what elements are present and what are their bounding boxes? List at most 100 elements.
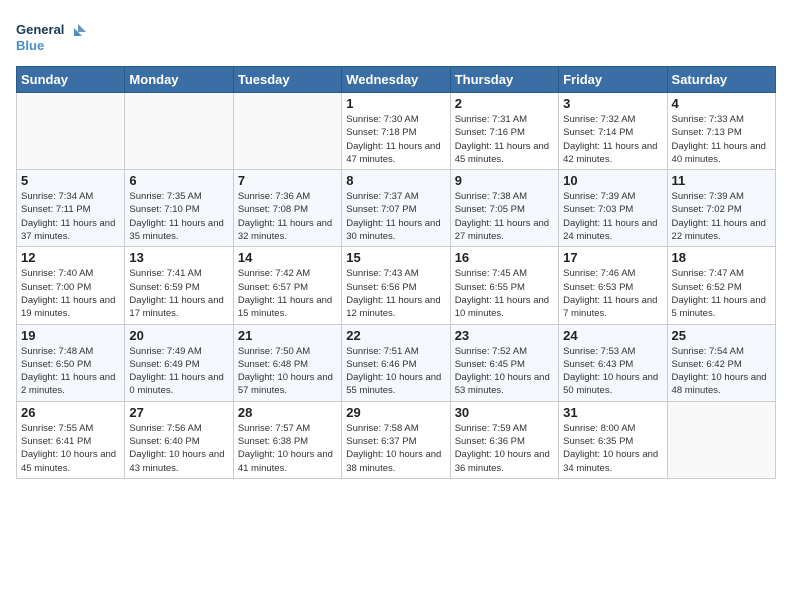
day-detail: Sunrise: 7:45 AM Sunset: 6:55 PM Dayligh… bbox=[455, 267, 554, 320]
day-number: 10 bbox=[563, 173, 662, 188]
day-number: 1 bbox=[346, 96, 445, 111]
day-number: 30 bbox=[455, 405, 554, 420]
day-detail: Sunrise: 7:35 AM Sunset: 7:10 PM Dayligh… bbox=[129, 190, 228, 243]
calendar-cell: 9Sunrise: 7:38 AM Sunset: 7:05 PM Daylig… bbox=[450, 170, 558, 247]
calendar-cell: 4 Sunrise: 7:33 AM Sunset: 7:13 PM Daylig… bbox=[667, 93, 775, 170]
weekday-header-row: SundayMondayTuesdayWednesdayThursdayFrid… bbox=[17, 67, 776, 93]
day-detail: Sunrise: 7:32 AM Sunset: 7:14 PM Dayligh… bbox=[563, 113, 662, 166]
svg-text:Blue: Blue bbox=[16, 38, 44, 53]
day-number: 4 bbox=[672, 96, 771, 111]
day-detail: Sunrise: 7:41 AM Sunset: 6:59 PM Dayligh… bbox=[129, 267, 228, 320]
day-detail: Sunrise: 7:57 AM Sunset: 6:38 PM Dayligh… bbox=[238, 422, 337, 475]
day-detail: Sunrise: 7:56 AM Sunset: 6:40 PM Dayligh… bbox=[129, 422, 228, 475]
day-number: 8 bbox=[346, 173, 445, 188]
calendar-cell: 27 Sunrise: 7:56 AM Sunset: 6:40 PM Dayli… bbox=[125, 401, 233, 478]
calendar-cell bbox=[233, 93, 341, 170]
day-detail: Sunrise: 7:48 AM Sunset: 6:50 PM Dayligh… bbox=[21, 345, 120, 398]
day-number: 13 bbox=[129, 250, 228, 265]
day-detail: Sunrise: 7:58 AM Sunset: 6:37 PM Dayligh… bbox=[346, 422, 445, 475]
day-detail: Sunrise: 7:53 AM Sunset: 6:43 PM Dayligh… bbox=[563, 345, 662, 398]
day-detail: Sunrise: 7:50 AM Sunset: 6:48 PM Dayligh… bbox=[238, 345, 337, 398]
calendar-cell: 19 Sunrise: 7:48 AM Sunset: 6:50 PM Dayli… bbox=[17, 324, 125, 401]
day-detail: Sunrise: 7:40 AM Sunset: 7:00 PM Dayligh… bbox=[21, 267, 120, 320]
day-number: 15 bbox=[346, 250, 445, 265]
day-number: 17 bbox=[563, 250, 662, 265]
day-detail: Sunrise: 7:52 AM Sunset: 6:45 PM Dayligh… bbox=[455, 345, 554, 398]
day-detail: Sunrise: 7:46 AM Sunset: 6:53 PM Dayligh… bbox=[563, 267, 662, 320]
day-detail: Sunrise: 7:59 AM Sunset: 6:36 PM Dayligh… bbox=[455, 422, 554, 475]
day-detail: Sunrise: 7:38 AM Sunset: 7:05 PM Dayligh… bbox=[455, 190, 554, 243]
calendar-cell: 21Sunrise: 7:50 AM Sunset: 6:48 PM Dayli… bbox=[233, 324, 341, 401]
weekday-header-saturday: Saturday bbox=[667, 67, 775, 93]
calendar-cell: 14 Sunrise: 7:42 AM Sunset: 6:57 PM Dayli… bbox=[233, 247, 341, 324]
day-number: 14 bbox=[238, 250, 337, 265]
weekday-header-sunday: Sunday bbox=[17, 67, 125, 93]
day-number: 24 bbox=[563, 328, 662, 343]
day-number: 19 bbox=[21, 328, 120, 343]
week-row-4: 19 Sunrise: 7:48 AM Sunset: 6:50 PM Dayli… bbox=[17, 324, 776, 401]
calendar-cell: 16 Sunrise: 7:45 AM Sunset: 6:55 PM Dayli… bbox=[450, 247, 558, 324]
day-number: 27 bbox=[129, 405, 228, 420]
calendar-cell: 10 Sunrise: 7:39 AM Sunset: 7:03 PM Dayli… bbox=[559, 170, 667, 247]
svg-text:General: General bbox=[16, 22, 64, 37]
calendar-cell: 25Sunrise: 7:54 AM Sunset: 6:42 PM Dayli… bbox=[667, 324, 775, 401]
weekday-header-monday: Monday bbox=[125, 67, 233, 93]
weekday-header-friday: Friday bbox=[559, 67, 667, 93]
day-number: 6 bbox=[129, 173, 228, 188]
day-detail: Sunrise: 7:39 AM Sunset: 7:02 PM Dayligh… bbox=[672, 190, 771, 243]
calendar-cell: 7Sunrise: 7:36 AM Sunset: 7:08 PM Daylig… bbox=[233, 170, 341, 247]
calendar-cell bbox=[17, 93, 125, 170]
day-detail: Sunrise: 7:33 AM Sunset: 7:13 PM Dayligh… bbox=[672, 113, 771, 166]
week-row-2: 5Sunrise: 7:34 AM Sunset: 7:11 PM Daylig… bbox=[17, 170, 776, 247]
day-detail: Sunrise: 7:30 AM Sunset: 7:18 PM Dayligh… bbox=[346, 113, 445, 166]
day-number: 22 bbox=[346, 328, 445, 343]
weekday-header-thursday: Thursday bbox=[450, 67, 558, 93]
day-number: 3 bbox=[563, 96, 662, 111]
weekday-header-tuesday: Tuesday bbox=[233, 67, 341, 93]
day-detail: Sunrise: 7:31 AM Sunset: 7:16 PM Dayligh… bbox=[455, 113, 554, 166]
day-detail: Sunrise: 7:54 AM Sunset: 6:42 PM Dayligh… bbox=[672, 345, 771, 398]
week-row-3: 12 Sunrise: 7:40 AM Sunset: 7:00 PM Dayli… bbox=[17, 247, 776, 324]
calendar-cell: 5Sunrise: 7:34 AM Sunset: 7:11 PM Daylig… bbox=[17, 170, 125, 247]
calendar-cell: 1 Sunrise: 7:30 AM Sunset: 7:18 PM Daylig… bbox=[342, 93, 450, 170]
day-number: 16 bbox=[455, 250, 554, 265]
calendar-cell bbox=[125, 93, 233, 170]
calendar-cell: 12 Sunrise: 7:40 AM Sunset: 7:00 PM Dayli… bbox=[17, 247, 125, 324]
day-number: 5 bbox=[21, 173, 120, 188]
day-detail: Sunrise: 7:39 AM Sunset: 7:03 PM Dayligh… bbox=[563, 190, 662, 243]
page-header: General Blue bbox=[16, 16, 776, 56]
day-detail: Sunrise: 7:43 AM Sunset: 6:56 PM Dayligh… bbox=[346, 267, 445, 320]
day-number: 20 bbox=[129, 328, 228, 343]
calendar-cell: 30 Sunrise: 7:59 AM Sunset: 6:36 PM Dayli… bbox=[450, 401, 558, 478]
logo-svg: General Blue bbox=[16, 16, 86, 56]
calendar-cell: 8 Sunrise: 7:37 AM Sunset: 7:07 PM Daylig… bbox=[342, 170, 450, 247]
day-number: 26 bbox=[21, 405, 120, 420]
day-detail: Sunrise: 7:47 AM Sunset: 6:52 PM Dayligh… bbox=[672, 267, 771, 320]
calendar-cell: 13 Sunrise: 7:41 AM Sunset: 6:59 PM Dayli… bbox=[125, 247, 233, 324]
calendar-cell: 26 Sunrise: 7:55 AM Sunset: 6:41 PM Dayli… bbox=[17, 401, 125, 478]
calendar-cell: 18 Sunrise: 7:47 AM Sunset: 6:52 PM Dayli… bbox=[667, 247, 775, 324]
day-detail: Sunrise: 7:42 AM Sunset: 6:57 PM Dayligh… bbox=[238, 267, 337, 320]
day-number: 7 bbox=[238, 173, 337, 188]
calendar-cell: 28Sunrise: 7:57 AM Sunset: 6:38 PM Dayli… bbox=[233, 401, 341, 478]
day-number: 31 bbox=[563, 405, 662, 420]
day-number: 11 bbox=[672, 173, 771, 188]
calendar-cell: 3 Sunrise: 7:32 AM Sunset: 7:14 PM Daylig… bbox=[559, 93, 667, 170]
calendar-table: SundayMondayTuesdayWednesdayThursdayFrid… bbox=[16, 66, 776, 479]
calendar-cell: 24 Sunrise: 7:53 AM Sunset: 6:43 PM Dayli… bbox=[559, 324, 667, 401]
day-number: 2 bbox=[455, 96, 554, 111]
calendar-cell: 31 Sunrise: 8:00 AM Sunset: 6:35 PM Dayli… bbox=[559, 401, 667, 478]
day-number: 29 bbox=[346, 405, 445, 420]
week-row-1: 1 Sunrise: 7:30 AM Sunset: 7:18 PM Daylig… bbox=[17, 93, 776, 170]
calendar-cell: 6 Sunrise: 7:35 AM Sunset: 7:10 PM Daylig… bbox=[125, 170, 233, 247]
day-number: 12 bbox=[21, 250, 120, 265]
day-detail: Sunrise: 7:55 AM Sunset: 6:41 PM Dayligh… bbox=[21, 422, 120, 475]
calendar-cell: 15 Sunrise: 7:43 AM Sunset: 6:56 PM Dayli… bbox=[342, 247, 450, 324]
calendar-cell: 17 Sunrise: 7:46 AM Sunset: 6:53 PM Dayli… bbox=[559, 247, 667, 324]
calendar-cell: 11 Sunrise: 7:39 AM Sunset: 7:02 PM Dayli… bbox=[667, 170, 775, 247]
weekday-header-wednesday: Wednesday bbox=[342, 67, 450, 93]
day-detail: Sunrise: 7:37 AM Sunset: 7:07 PM Dayligh… bbox=[346, 190, 445, 243]
day-detail: Sunrise: 8:00 AM Sunset: 6:35 PM Dayligh… bbox=[563, 422, 662, 475]
day-number: 18 bbox=[672, 250, 771, 265]
calendar-cell: 2 Sunrise: 7:31 AM Sunset: 7:16 PM Daylig… bbox=[450, 93, 558, 170]
